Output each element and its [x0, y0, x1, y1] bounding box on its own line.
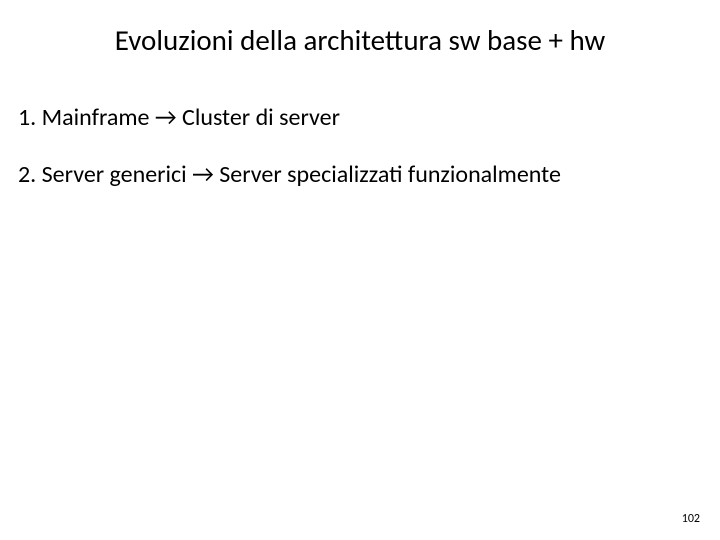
- slide-container: Evoluzioni della architettura sw base + …: [0, 0, 720, 540]
- list-item: 2. Server generici → Server specializzat…: [18, 159, 702, 190]
- slide-title: Evoluzioni della architettura sw base + …: [0, 0, 720, 58]
- list-item: 1. Mainframe → Cluster di server: [18, 102, 702, 133]
- slide-content: 1. Mainframe → Cluster di server 2. Serv…: [0, 58, 720, 190]
- page-number: 102: [682, 512, 700, 526]
